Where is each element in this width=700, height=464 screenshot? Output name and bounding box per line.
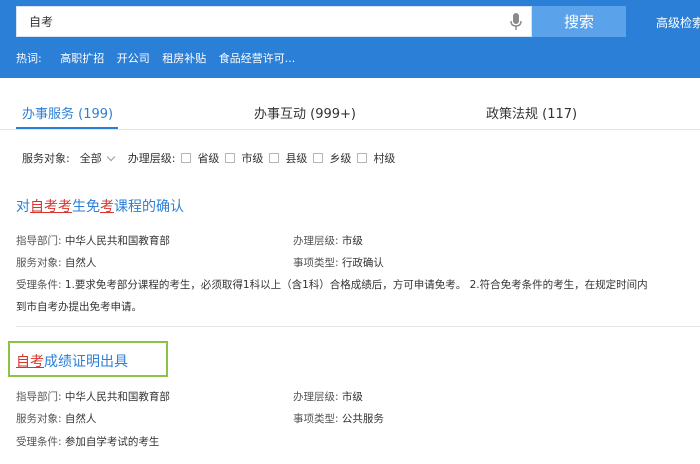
search-box [16,6,532,37]
checkbox-icon [269,153,280,163]
tab-services[interactable]: 办事服务 (199) [22,103,113,122]
hot-word-link[interactable]: 租房补贴 [162,52,206,65]
level-checkbox-village[interactable]: 村级 [357,150,395,166]
checkbox-label: 乡级 [329,152,352,165]
title-highlight: 考 [100,199,114,215]
dept-field: 指导部门: 中华人民共和国教育部 [16,389,170,404]
title-text: 课程的确认 [114,199,184,215]
hot-word-link[interactable]: 开公司 [117,52,150,65]
filter-bar: 服务对象: 全部 办理层级: 省级 市级 县级 乡级 村级 [22,150,395,166]
microphone-icon[interactable] [509,13,523,31]
target-field: 服务对象: 自然人 [16,255,96,270]
title-highlight: 自考 [16,354,44,370]
field-value: 自然人 [64,413,97,425]
active-tab-indicator [16,127,118,129]
title-text: 生免 [72,199,100,215]
field-label: 指导部门: [16,391,62,403]
chevron-down-icon [106,152,115,161]
condition-field: 受理条件: 1.要求免考部分课程的考生，必须取得1科以上（含1科）合格成绩后，方… [16,277,648,292]
title-highlight: 考 [58,199,72,215]
title-highlight: 自考 [30,199,58,215]
field-label: 受理条件: [16,279,62,291]
field-value: 1.要求免考部分课程的考生，必须取得1科以上（含1科）合格成绩后，方可申请免考。… [64,279,648,291]
hot-words: 热词: 高职扩招 开公司 租房补贴 食品经营许可... [16,50,304,66]
checkbox-icon [225,153,236,163]
hot-word-link[interactable]: 高职扩招 [60,52,104,65]
checkbox-icon [357,153,368,163]
result-divider [16,326,700,327]
title-text: 成绩证明出具 [44,354,128,370]
dept-field: 指导部门: 中华人民共和国教育部 [16,233,170,248]
field-value: 行政确认 [341,257,384,269]
result-title-link[interactable]: 自考成绩证明出具 [16,351,128,371]
field-label: 指导部门: [16,235,62,247]
field-label: 事项类型: [293,413,339,425]
field-value: 中华人民共和国教育部 [64,235,170,247]
target-field: 服务对象: 自然人 [16,411,96,426]
field-value: 中华人民共和国教育部 [64,391,170,403]
level-label: 办理层级: [127,152,176,165]
result-title-link[interactable]: 对自考考生免考课程的确认 [16,196,184,216]
result-tabs: 办事服务 (199) 办事互动 (999+) 政策法规 (117) [0,96,700,130]
field-value: 参加自学考试的考生 [64,436,160,448]
field-value: 公共服务 [341,413,384,425]
field-label: 办理层级: [293,235,339,247]
type-field: 事项类型: 行政确认 [293,255,384,270]
field-value: 市级 [341,391,363,403]
hot-word-link[interactable]: 食品经营许可... [219,52,296,65]
search-button[interactable]: 搜索 [532,6,626,37]
level-checkbox-province[interactable]: 省级 [181,150,219,166]
level-checkbox-county[interactable]: 县级 [269,150,307,166]
level-checkbox-township[interactable]: 乡级 [313,150,351,166]
level-field: 办理层级: 市级 [293,389,363,404]
checkbox-icon [181,153,192,163]
checkbox-label: 省级 [197,152,220,165]
service-target-label: 服务对象: [22,152,70,165]
search-input[interactable] [17,7,503,36]
field-label: 办理层级: [293,391,339,403]
condition-field: 受理条件: 参加自学考试的考生 [16,434,159,449]
field-value: 自然人 [64,257,97,269]
search-header: 搜索 高级检索 热词: 高职扩招 开公司 租房补贴 食品经营许可... [0,0,700,78]
level-checkbox-city[interactable]: 市级 [225,150,263,166]
field-label: 服务对象: [16,413,62,425]
service-target-select[interactable]: 全部 [79,150,115,166]
checkbox-label: 市级 [241,152,264,165]
tab-interaction[interactable]: 办事互动 (999+) [254,103,356,122]
field-label: 受理条件: [16,436,62,448]
field-label: 服务对象: [16,257,62,269]
condition-continued: 到市自考办提出免考申请。 [16,301,142,313]
field-value: 市级 [341,235,363,247]
hot-words-label: 热词: [16,52,42,65]
title-text: 对 [16,199,30,215]
checkbox-label: 村级 [373,152,396,165]
service-target-value: 全部 [79,152,102,165]
checkbox-icon [313,153,324,163]
tab-policies[interactable]: 政策法规 (117) [486,103,577,122]
field-label: 事项类型: [293,257,339,269]
advanced-search-link[interactable]: 高级检索 [656,14,700,31]
level-field: 办理层级: 市级 [293,233,363,248]
type-field: 事项类型: 公共服务 [293,411,384,426]
checkbox-label: 县级 [285,152,308,165]
